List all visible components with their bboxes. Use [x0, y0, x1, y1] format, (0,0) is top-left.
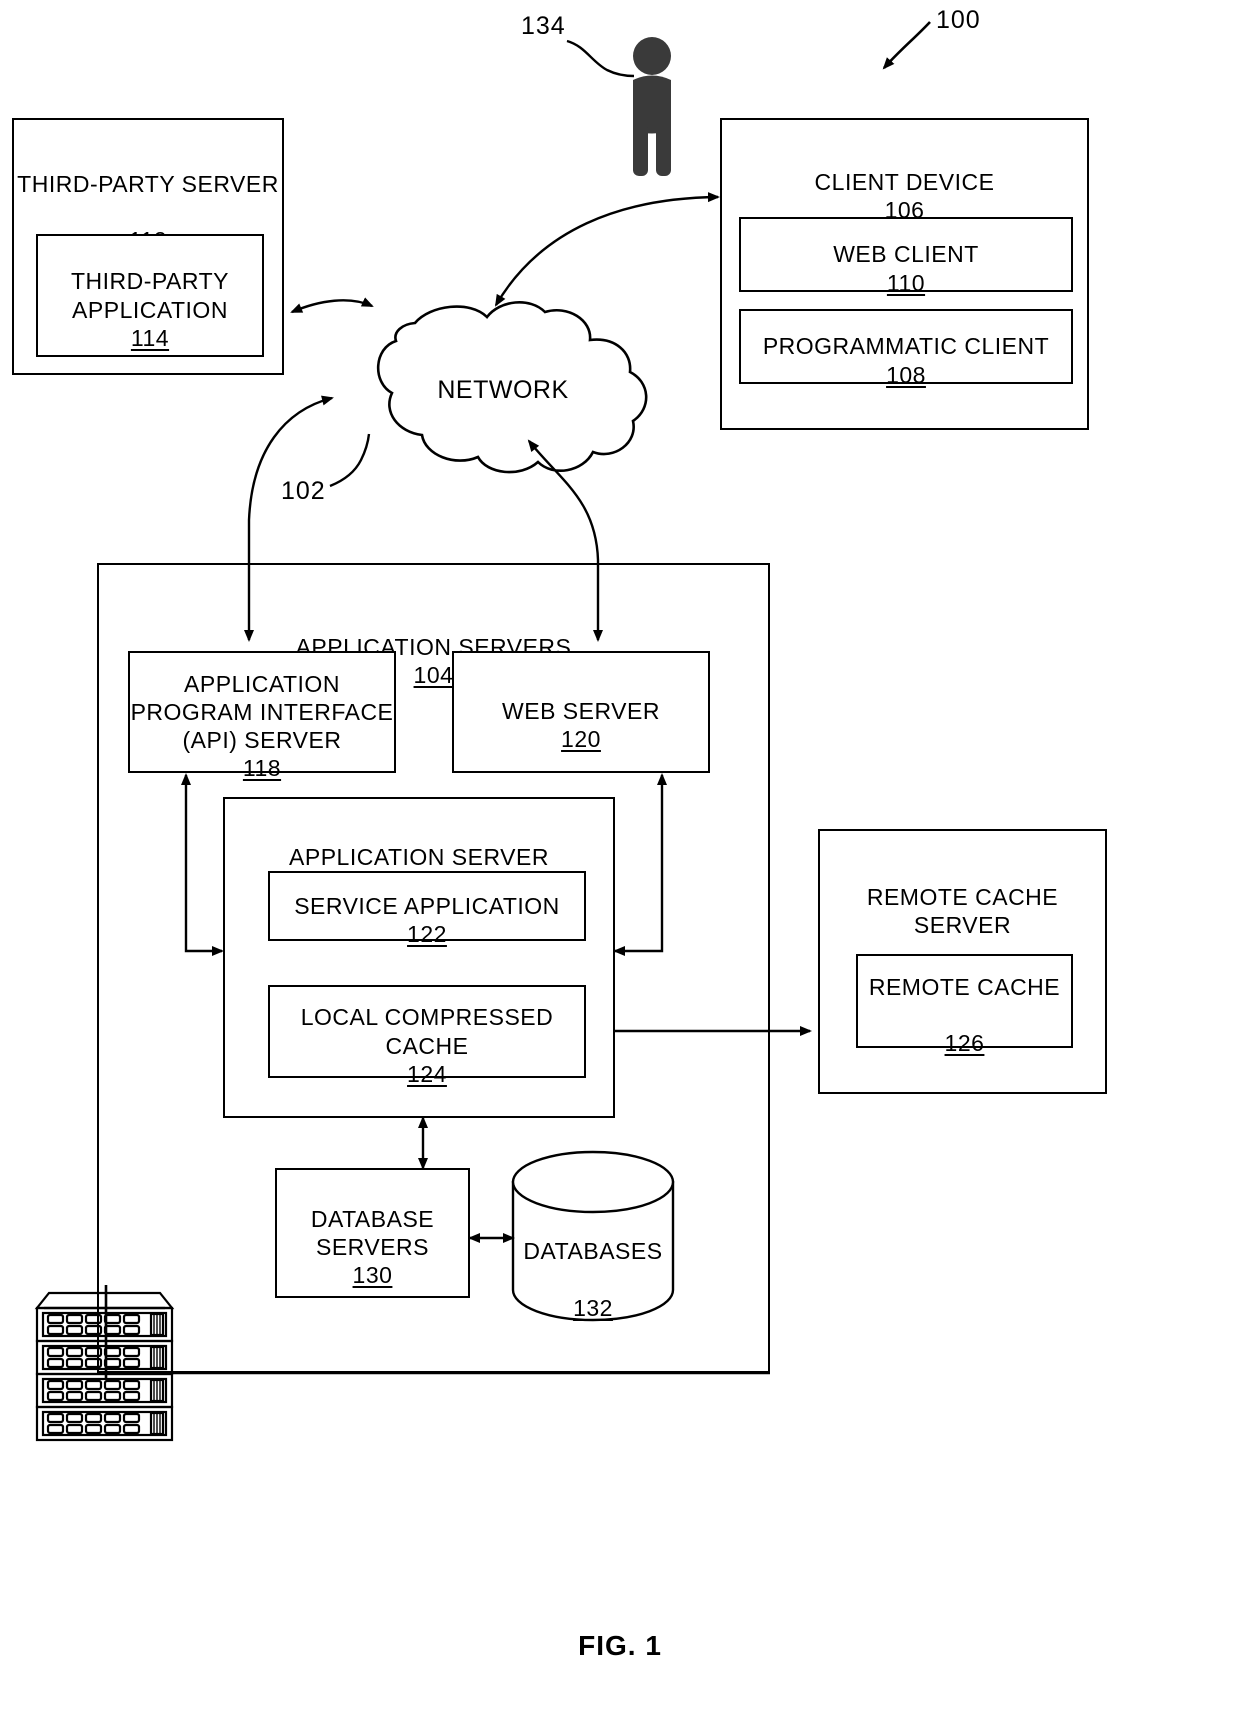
network-label: NETWORK — [437, 376, 569, 404]
web-server-ref: 120 — [561, 726, 601, 753]
connector-network-clientdevice — [494, 192, 720, 307]
patent-figure-page: 134 100 102 NETWORK THIRD-PARTY SERVER 1… — [0, 0, 1240, 1731]
client-device-title: CLIENT DEVICE — [814, 169, 995, 196]
remote-cache-ref: 126 — [944, 1030, 985, 1057]
remote-cache-server-box[interactable]: REMOTE CACHE SERVER 128 REMOTE CACHE 126 — [818, 829, 1107, 1094]
api-server-box[interactable]: APPLICATION PROGRAM INTERFACE (API) SERV… — [128, 651, 396, 781]
third-party-application-ref: 114 — [130, 324, 170, 351]
database-servers-box[interactable]: DATABASE SERVERS 130 — [275, 1168, 470, 1298]
user-icon — [633, 37, 671, 176]
api-server-title: APPLICATION PROGRAM INTERFACE (API) SERV… — [130, 670, 394, 754]
web-client-box[interactable]: WEB CLIENT 110 — [739, 217, 1073, 296]
service-application-box[interactable]: SERVICE APPLICATION 122 — [268, 871, 586, 947]
databases-label: DATABASES 132 — [513, 1208, 673, 1322]
ref-label-102: 102 — [281, 477, 326, 505]
third-party-application-box[interactable]: THIRD-PARTY APPLICATION 114 — [36, 234, 264, 357]
service-application-ref: 122 — [407, 921, 447, 948]
leader-arrow-100 — [882, 21, 931, 70]
database-servers-title: DATABASE SERVERS — [310, 1205, 435, 1260]
figure-caption: FIG. 1 — [578, 1630, 662, 1661]
leader-line-102 — [329, 433, 371, 488]
local-compressed-cache-title: LOCAL COMPRESSED CACHE — [300, 1004, 554, 1059]
remote-cache-server-title: REMOTE CACHE SERVER — [866, 884, 1059, 939]
application-servers-ref: 104 — [413, 662, 454, 689]
local-compressed-cache-box[interactable]: LOCAL COMPRESSED CACHE 124 — [268, 985, 586, 1087]
leader-line-134 — [566, 39, 635, 78]
third-party-server-box[interactable]: THIRD-PARTY SERVER 112 THIRD-PARTY APPLI… — [12, 118, 284, 375]
connector-thirdparty-network — [290, 297, 374, 314]
programmatic-client-box[interactable]: PROGRAMMATIC CLIENT 108 — [739, 309, 1073, 388]
third-party-application-title: THIRD-PARTY APPLICATION — [71, 268, 229, 323]
database-servers-ref: 130 — [352, 1262, 393, 1289]
ref-label-100: 100 — [936, 6, 981, 34]
service-application-title: SERVICE APPLICATION — [294, 892, 560, 919]
web-server-title: WEB SERVER — [502, 698, 660, 725]
programmatic-client-ref: 108 — [886, 361, 926, 388]
ref-label-134: 134 — [521, 12, 566, 40]
local-compressed-cache-ref: 124 — [407, 1060, 447, 1087]
databases-title: DATABASES — [523, 1237, 663, 1264]
programmatic-client-title: PROGRAMMATIC CLIENT — [762, 333, 1050, 360]
client-device-box[interactable]: CLIENT DEVICE 106 WEB CLIENT 110 PROGRAM… — [720, 118, 1089, 430]
application-server-box[interactable]: APPLICATION SERVER 116 SERVICE APPLICATI… — [223, 797, 615, 1118]
third-party-server-title: THIRD-PARTY SERVER — [17, 171, 279, 198]
web-client-title: WEB CLIENT — [833, 241, 979, 268]
remote-cache-title: REMOTE CACHE — [868, 973, 1061, 1000]
databases-ref: 132 — [573, 1294, 613, 1321]
api-server-ref: 118 — [242, 755, 282, 782]
remote-cache-box[interactable]: REMOTE CACHE 126 — [856, 954, 1073, 1056]
web-client-ref: 110 — [886, 269, 926, 296]
web-server-box[interactable]: WEB SERVER 120 — [452, 651, 710, 773]
